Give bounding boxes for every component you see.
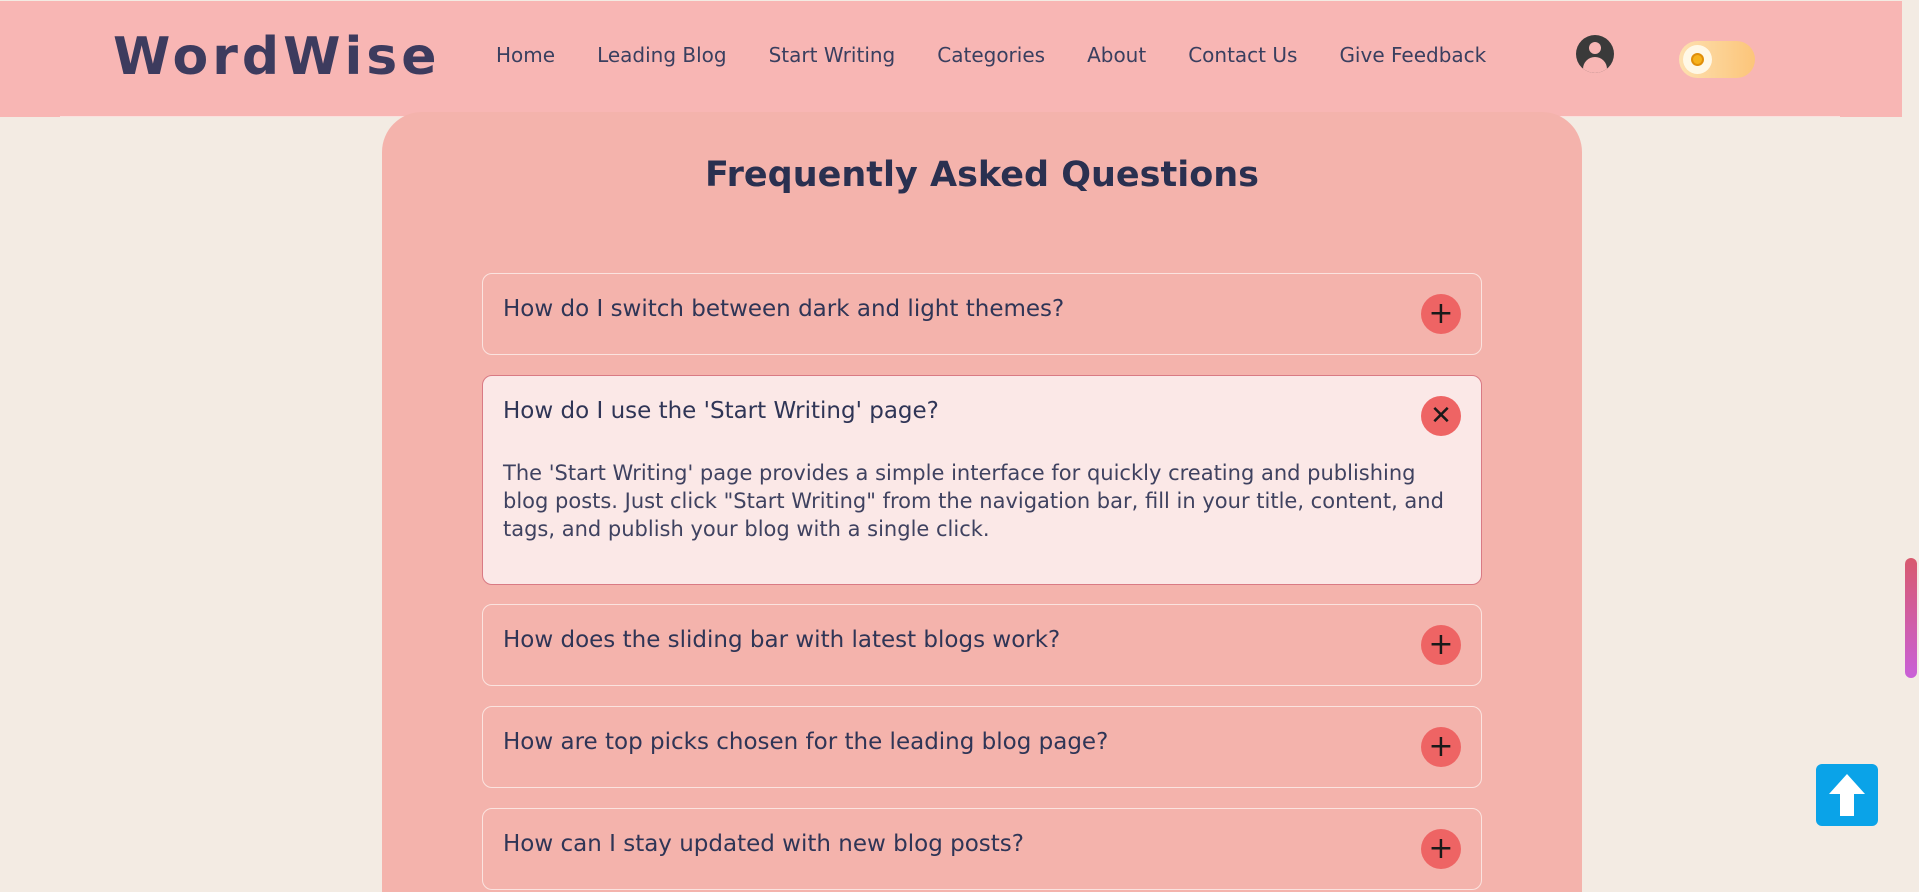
faq-question: How can I stay updated with new blog pos… bbox=[503, 831, 1024, 857]
sun-icon bbox=[1691, 53, 1704, 66]
faq-question: How do I use the 'Start Writing' page? bbox=[503, 398, 939, 424]
nav-leading-blog[interactable]: Leading Blog bbox=[597, 43, 727, 67]
faq-item[interactable]: How does the sliding bar with latest blo… bbox=[482, 604, 1482, 686]
scrollbar-thumb[interactable] bbox=[1905, 558, 1917, 678]
nav-give-feedback[interactable]: Give Feedback bbox=[1339, 43, 1486, 67]
faq-answer: The 'Start Writing' page provides a simp… bbox=[503, 461, 1444, 541]
faq-item[interactable]: How are top picks chosen for the leading… bbox=[482, 706, 1482, 788]
faq-question: How are top picks chosen for the leading… bbox=[503, 729, 1109, 755]
user-head-shape bbox=[1589, 42, 1601, 54]
nav-start-writing[interactable]: Start Writing bbox=[769, 43, 896, 67]
faq-question: How do I switch between dark and light t… bbox=[503, 296, 1065, 322]
site-header: WordWise Home Leading Blog Start Writing… bbox=[0, 0, 1902, 117]
plus-icon[interactable]: + bbox=[1421, 829, 1461, 869]
main-nav: Home Leading Blog Start Writing Categori… bbox=[496, 43, 1486, 67]
scroll-to-top-button[interactable] bbox=[1816, 764, 1878, 826]
user-circle-icon[interactable] bbox=[1576, 35, 1614, 73]
faq-item[interactable]: How can I stay updated with new blog pos… bbox=[482, 808, 1482, 890]
toggle-knob bbox=[1683, 45, 1712, 74]
brand-logo[interactable]: WordWise bbox=[113, 27, 441, 87]
plus-icon[interactable]: + bbox=[1421, 294, 1461, 334]
arrow-up-icon bbox=[1829, 774, 1865, 816]
plus-icon[interactable]: + bbox=[1421, 727, 1461, 767]
faq-title: Frequently Asked Questions bbox=[704, 155, 1260, 195]
theme-toggle[interactable] bbox=[1679, 41, 1755, 78]
user-body-shape bbox=[1583, 57, 1607, 73]
nav-about[interactable]: About bbox=[1087, 43, 1146, 67]
plus-icon[interactable]: + bbox=[1421, 625, 1461, 665]
nav-contact-us[interactable]: Contact Us bbox=[1188, 43, 1297, 67]
nav-categories[interactable]: Categories bbox=[937, 43, 1045, 67]
faq-question: How does the sliding bar with latest blo… bbox=[503, 627, 1061, 653]
faq-item-expanded[interactable]: How do I use the 'Start Writing' page? ✕… bbox=[482, 375, 1482, 585]
close-icon[interactable]: ✕ bbox=[1421, 396, 1461, 436]
nav-home[interactable]: Home bbox=[496, 43, 555, 67]
faq-item[interactable]: How do I switch between dark and light t… bbox=[482, 273, 1482, 355]
